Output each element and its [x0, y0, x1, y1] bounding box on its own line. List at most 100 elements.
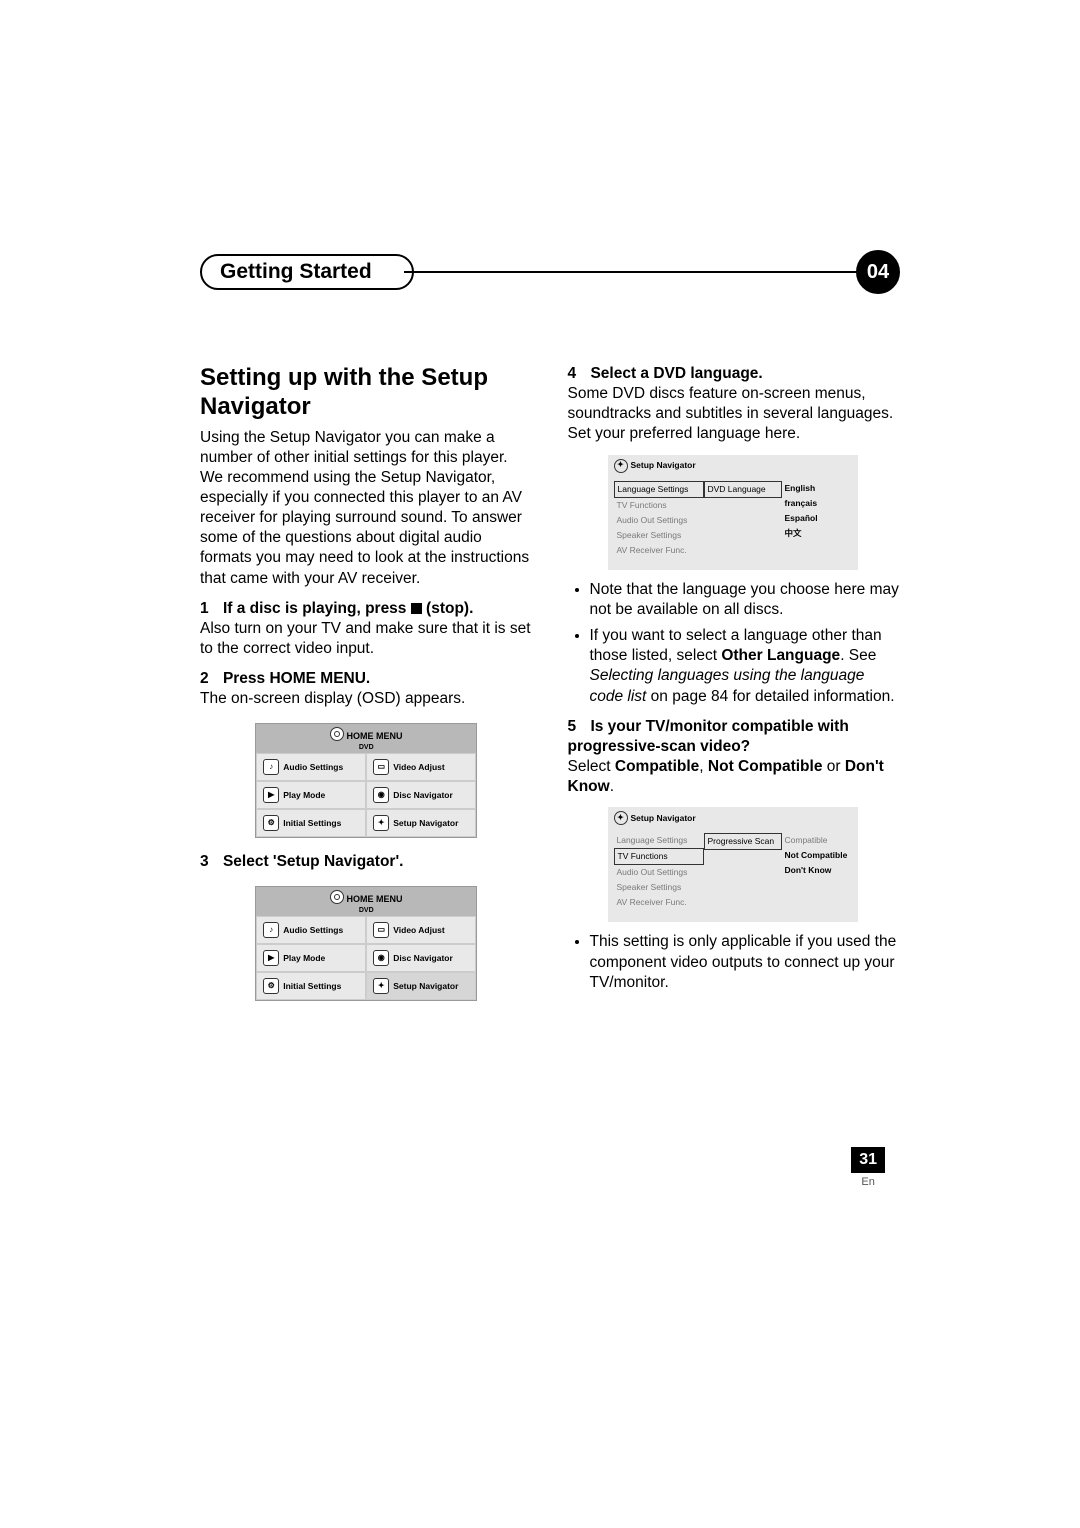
osd-cell-disc-navigator: ◉Disc Navigator: [366, 944, 476, 972]
speaker-icon: ♪: [263, 759, 279, 775]
osd-cell-label: Audio Settings: [283, 762, 343, 773]
stop-icon: [411, 603, 422, 614]
text-fragment: on page 84 for detailed information.: [646, 688, 894, 705]
osd-cell-label: Video Adjust: [393, 925, 444, 936]
step5-text: Select Compatible, Not Compatible or Don…: [568, 757, 901, 797]
content-columns: Setting up with the Setup Navigator Usin…: [200, 364, 900, 1015]
osd-title: HOME MENU DVD: [256, 724, 476, 753]
nav-option-compatible: Compatible: [782, 833, 852, 848]
nav-body: Language Settings TV Functions Audio Out…: [608, 829, 858, 914]
chapter-header: Getting Started 04: [200, 250, 900, 294]
step4-notes: Note that the language you choose here m…: [568, 580, 901, 707]
step5-notes: This setting is only applicable if you u…: [568, 932, 901, 992]
text-fragment: .: [610, 778, 614, 795]
manual-page: Getting Started 04 Setting up with the S…: [0, 0, 1080, 1528]
step-title: Press HOME MENU.: [223, 670, 370, 687]
nav-item-progressive-scan: Progressive Scan: [704, 833, 782, 850]
compass-icon: ✦: [614, 459, 628, 473]
step-title: Select a DVD language.: [590, 365, 762, 382]
page-language: En: [851, 1176, 885, 1188]
note-other-language: If you want to select a language other t…: [590, 626, 901, 707]
text-fragment: Select: [568, 758, 615, 775]
osd-cell-label: Initial Settings: [283, 981, 341, 992]
setup-navigator-dvd-language: ✦ Setup Navigator Language Settings TV F…: [608, 455, 858, 570]
nav-title: ✦ Setup Navigator: [608, 807, 858, 829]
nav-item-audio-out: Audio Out Settings: [614, 865, 704, 880]
nav-option-espanol: Español: [782, 511, 852, 526]
left-column: Setting up with the Setup Navigator Usin…: [200, 364, 533, 1015]
nav-option-english: English: [782, 481, 852, 496]
step-1: 1 If a disc is playing, press (stop). Al…: [200, 599, 533, 659]
monitor-icon: ▭: [373, 759, 389, 775]
note-component-video: This setting is only applicable if you u…: [590, 932, 901, 992]
setup-navigator-progressive-scan: ✦ Setup Navigator Language Settings TV F…: [608, 807, 858, 922]
nav-subcategory: DVD Language: [704, 481, 782, 558]
speaker-icon: ♪: [263, 922, 279, 938]
compass-icon: ✦: [614, 811, 628, 825]
osd-cell-disc-navigator: ◉Disc Navigator: [366, 781, 476, 809]
osd-cell-play-mode: ▶Play Mode: [256, 944, 366, 972]
nav-categories: Language Settings TV Functions Audio Out…: [614, 481, 704, 558]
osd-title: HOME MENU DVD: [256, 887, 476, 916]
step1-title-before: If a disc is playing, press: [223, 600, 411, 617]
disc-icon: [330, 727, 344, 741]
osd-cell-label: Setup Navigator: [393, 981, 458, 992]
step-title: Is your TV/monitor compatible with progr…: [568, 718, 849, 755]
nav-item-language-settings: Language Settings: [614, 833, 704, 848]
step-number: 2: [200, 670, 209, 687]
osd-subtitle: DVD: [256, 906, 476, 915]
step-4: 4 Select a DVD language. Some DVD discs …: [568, 364, 901, 445]
osd-cell-play-mode: ▶Play Mode: [256, 781, 366, 809]
step-number: 1: [200, 600, 209, 617]
osd-subtitle: DVD: [256, 743, 476, 752]
compass-icon: ✦: [373, 978, 389, 994]
osd-cell-label: Audio Settings: [283, 925, 343, 936]
text-bold: Not Compatible: [708, 758, 823, 775]
right-column: 4 Select a DVD language. Some DVD discs …: [568, 364, 901, 1015]
osd-cell-video-adjust: ▭ Video Adjust: [366, 916, 476, 944]
nav-item-speaker: Speaker Settings: [614, 880, 704, 895]
osd-title-text: HOME MENU: [347, 894, 403, 904]
osd-home-menu-highlighted: HOME MENU DVD ♪ Audio Settings ▭ Video Adj…: [255, 886, 477, 1001]
nav-option-francais: français: [782, 496, 852, 511]
nav-title: ✦ Setup Navigator: [608, 455, 858, 477]
text-fragment: or: [822, 758, 844, 775]
osd-title-text: HOME MENU: [347, 731, 403, 741]
page-footer: 31 En: [851, 1147, 885, 1188]
step1-title-after: (stop).: [422, 600, 474, 617]
step-number: 4: [568, 365, 577, 382]
osd-cell-label: Setup Navigator: [393, 818, 458, 829]
text-bold: Compatible: [615, 758, 699, 775]
chapter-title: Getting Started: [200, 254, 414, 290]
compass-icon: ✦: [373, 815, 389, 831]
osd-cell-initial-settings: ⚙Initial Settings: [256, 972, 366, 1000]
monitor-icon: ▭: [373, 922, 389, 938]
osd-grid: ♪ Audio Settings ▭ Video Adjust ▶Play Mode…: [256, 916, 476, 1000]
gear-icon: ⚙: [263, 815, 279, 831]
osd-cell-setup-navigator: ✦ Setup Navigator: [366, 809, 476, 837]
disc-nav-icon: ◉: [373, 950, 389, 966]
nav-subcategory: Progressive Scan: [704, 833, 782, 910]
nav-option-dont-know: Don't Know: [782, 863, 852, 878]
intro-paragraph: Using the Setup Navigator you can make a…: [200, 428, 533, 589]
nav-item-audio-out: Audio Out Settings: [614, 513, 704, 528]
nav-categories: Language Settings TV Functions Audio Out…: [614, 833, 704, 910]
osd-cell-audio-settings: ♪ Audio Settings: [256, 916, 366, 944]
step2-text: The on-screen display (OSD) appears.: [200, 689, 533, 709]
text-bold: Other Language: [721, 647, 840, 664]
nav-item-av-receiver: AV Receiver Func.: [614, 895, 704, 910]
nav-title-text: Setup Navigator: [631, 813, 696, 824]
osd-cell-audio-settings: ♪ Audio Settings: [256, 753, 366, 781]
nav-options: English français Español 中文: [782, 481, 852, 558]
osd-cell-label: Disc Navigator: [393, 790, 453, 801]
osd-home-menu: HOME MENU DVD ♪ Audio Settings ▭ Video Adj…: [255, 723, 477, 838]
nav-option-chinese: 中文: [782, 526, 852, 541]
chapter-number-badge: 04: [856, 250, 900, 294]
nav-title-text: Setup Navigator: [631, 460, 696, 471]
play-icon: ▶: [263, 950, 279, 966]
step4-text: Some DVD discs feature on-screen menus, …: [568, 384, 901, 444]
step1-text: Also turn on your TV and make sure that …: [200, 619, 533, 659]
nav-option-not-compatible: Not Compatible: [782, 848, 852, 863]
osd-cell-label: Video Adjust: [393, 762, 444, 773]
step-3: 3 Select 'Setup Navigator'.: [200, 852, 533, 872]
